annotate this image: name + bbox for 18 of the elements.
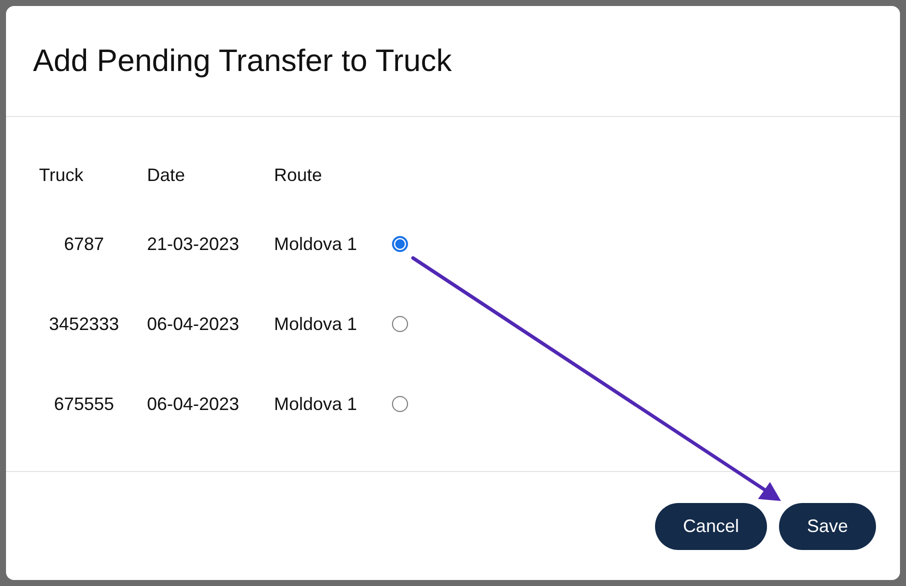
radio-button[interactable] bbox=[392, 396, 408, 412]
truck-cell-text: 3452333 bbox=[48, 314, 120, 334]
column-header: Truck bbox=[39, 164, 84, 186]
radio-button[interactable] bbox=[392, 316, 408, 332]
cancel-button[interactable]: Cancel bbox=[654, 503, 767, 550]
truck-cell-text: 675555 bbox=[52, 394, 116, 414]
truck-cell-text: 6787 bbox=[62, 234, 106, 254]
column-header: Date bbox=[147, 164, 186, 186]
route-cell-text: Moldova 1 bbox=[274, 394, 358, 414]
date-cell-text: 06-04-2023 bbox=[147, 394, 240, 414]
route-cell-text: Moldova 1 bbox=[274, 234, 358, 254]
route-cell-text: Moldova 1 bbox=[274, 314, 358, 334]
radio-button[interactable] bbox=[392, 236, 408, 252]
dialog-title: Add Pending Transfer to Truck bbox=[33, 43, 452, 79]
column-header: Route bbox=[274, 164, 324, 186]
save-button[interactable]: Save bbox=[778, 503, 876, 550]
date-cell-text: 21-03-2023 bbox=[147, 234, 240, 254]
date-cell-text: 06-04-2023 bbox=[147, 314, 240, 334]
